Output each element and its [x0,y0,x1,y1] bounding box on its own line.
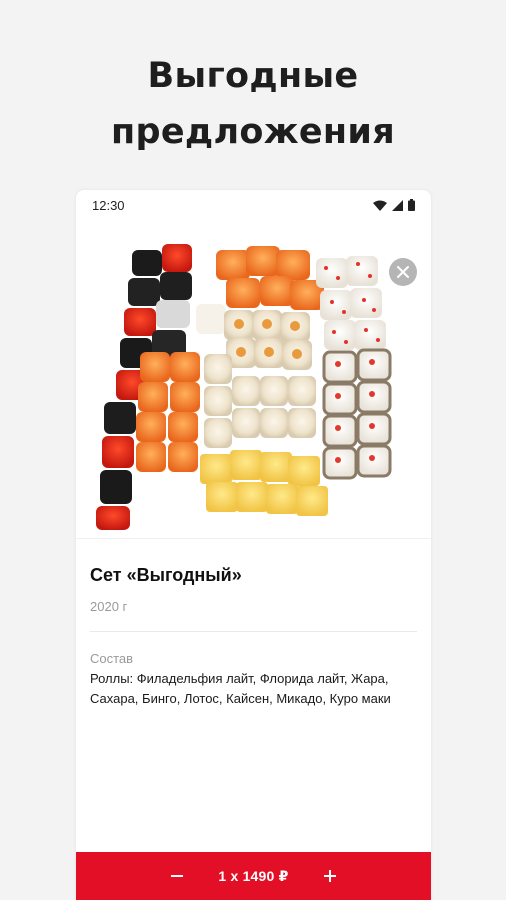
product-details: Сет «Выгодный» 2020 г Состав Роллы: Фила… [76,538,431,858]
product-title: Сет «Выгодный» [90,565,242,585]
decrease-quantity-button[interactable] [166,865,188,887]
quantity-price: 1 x 1490 ₽ [218,867,289,884]
composition-text: Роллы: Филадельфия лайт, Флорида лайт, Ж… [90,671,391,706]
order-bar: 1 x 1490 ₽ [76,852,431,900]
cell-signal-icon [392,199,403,211]
wifi-icon [373,200,387,211]
sushi-set-illustration [96,244,392,530]
phone-screen: 12:30 Сет «Выгодный» 2020 г Состав Роллы… [76,190,431,900]
divider [90,631,417,632]
promo-headline: Выгодные предложения [0,48,506,160]
composition-label: Состав [90,651,134,666]
close-icon [397,266,409,278]
product-weight: 2020 г [90,599,128,614]
status-bar: 12:30 [76,190,431,220]
status-icons [373,199,415,211]
plus-icon [323,870,336,882]
headline-line-1: Выгодные [147,56,359,96]
sushi-set-photo [76,220,431,538]
headline-line-2: предложения [111,112,395,152]
status-time: 12:30 [92,197,125,213]
battery-icon [408,199,415,211]
minus-icon [171,875,184,877]
increase-quantity-button[interactable] [319,865,341,887]
close-button[interactable] [389,258,417,286]
